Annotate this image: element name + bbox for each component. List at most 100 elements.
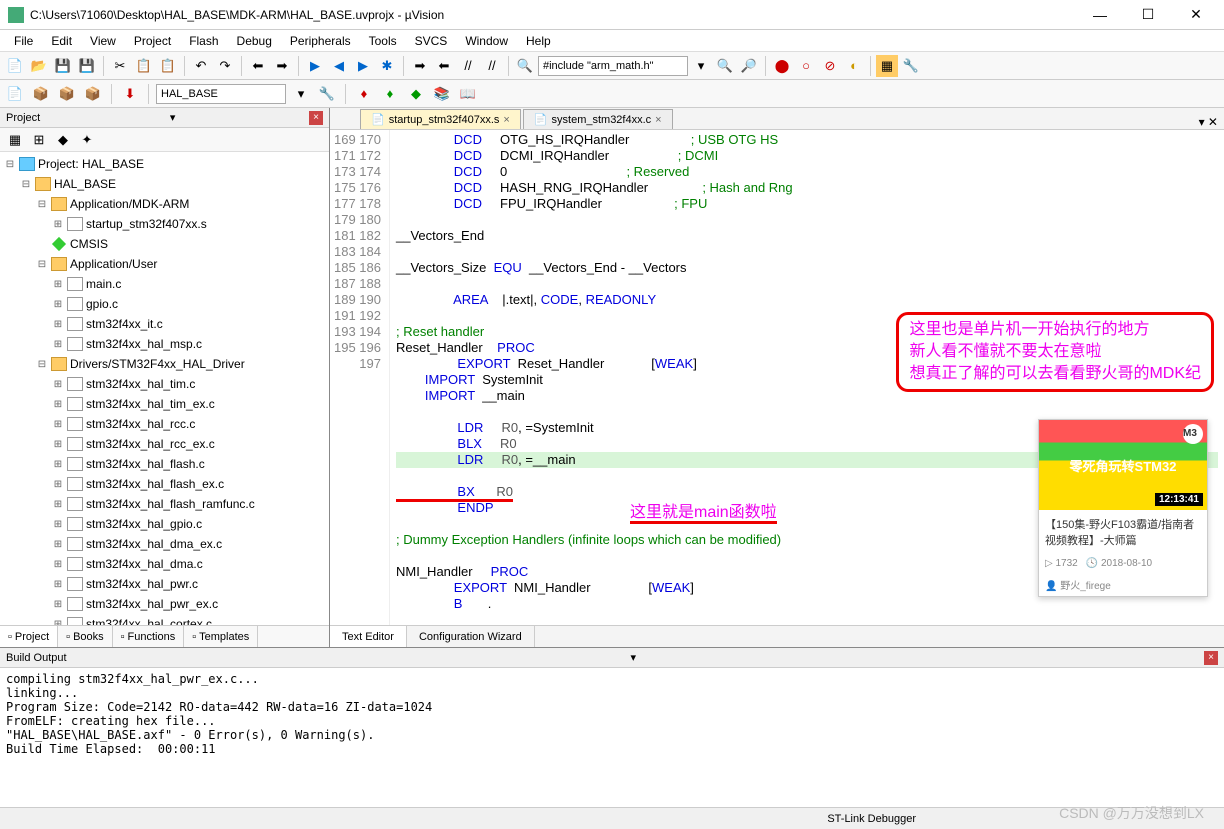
menu-project[interactable]: Project — [126, 32, 179, 50]
save-all-icon[interactable]: 💾 — [76, 55, 98, 77]
nav-back-icon[interactable]: ⬅ — [247, 55, 269, 77]
code-editor[interactable]: 169 170 171 172 173 174 175 176 177 178 … — [330, 130, 1224, 625]
menu-flash[interactable]: Flash — [181, 32, 226, 50]
bookmark-clear-icon[interactable]: ✱ — [376, 55, 398, 77]
tree-group[interactable]: ⊟Application/User — [0, 254, 329, 274]
tree-group[interactable]: ⊟Drivers/STM32F4xx_HAL_Driver — [0, 354, 329, 374]
tree-file[interactable]: ⊞stm32f4xx_hal_flash_ramfunc.c — [0, 494, 329, 514]
build-icon[interactable]: 📦 — [30, 83, 52, 105]
books-icon[interactable]: 📚 — [431, 83, 453, 105]
target-combo[interactable]: HAL_BASE — [156, 84, 286, 104]
bookmark-prev-icon[interactable]: ◀ — [328, 55, 350, 77]
menu-tools[interactable]: Tools — [361, 32, 405, 50]
menu-view[interactable]: View — [82, 32, 124, 50]
menu-file[interactable]: File — [6, 32, 41, 50]
tree-file[interactable]: ⊞stm32f4xx_hal_rcc_ex.c — [0, 434, 329, 454]
tree-group[interactable]: ⊟Application/MDK-ARM — [0, 194, 329, 214]
debug-icon[interactable]: ⬤ — [771, 55, 793, 77]
menu-edit[interactable]: Edit — [43, 32, 80, 50]
tree-file[interactable]: ⊞stm32f4xx_hal_cortex.c — [0, 614, 329, 625]
undo-icon[interactable]: ↶ — [190, 55, 212, 77]
uncomment-icon[interactable]: // — [481, 55, 503, 77]
tree-file[interactable]: ⊞startup_stm32f407xx.s — [0, 214, 329, 234]
minimize-button[interactable]: — — [1080, 3, 1120, 27]
menu-debug[interactable]: Debug — [229, 32, 280, 50]
project-tab-functions[interactable]: ▫Functions — [113, 626, 185, 647]
options-icon[interactable]: 🔧 — [316, 83, 338, 105]
pack-icon[interactable]: ♦ — [379, 83, 401, 105]
project-tb-icon[interactable]: ▦ — [4, 129, 26, 151]
close-button[interactable]: ✕ — [1176, 3, 1216, 27]
tree-target[interactable]: ⊟HAL_BASE — [0, 174, 329, 194]
menu-svcs[interactable]: SVCS — [407, 32, 456, 50]
tree-file[interactable]: ⊞stm32f4xx_hal_rcc.c — [0, 414, 329, 434]
tree-file[interactable]: ⊞stm32f4xx_hal_dma.c — [0, 554, 329, 574]
window-icon[interactable]: ▦ — [876, 55, 898, 77]
breakpoint-icon[interactable]: ○ — [795, 55, 817, 77]
paste-icon[interactable]: 📋 — [157, 55, 179, 77]
outdent-icon[interactable]: ⬅ — [433, 55, 455, 77]
comment-icon[interactable]: // — [457, 55, 479, 77]
project-tree[interactable]: ⊟Project: HAL_BASE⊟HAL_BASE⊟Application/… — [0, 152, 329, 625]
copy-icon[interactable]: 📋 — [133, 55, 155, 77]
editor-tab[interactable]: Configuration Wizard — [407, 626, 535, 647]
rte-icon[interactable]: ◆ — [405, 83, 427, 105]
project-tab-project[interactable]: ▫Project — [0, 626, 58, 647]
menu-peripherals[interactable]: Peripherals — [282, 32, 359, 50]
translate-icon[interactable]: 📄 — [4, 83, 26, 105]
tree-file[interactable]: ⊞stm32f4xx_it.c — [0, 314, 329, 334]
nav-fwd-icon[interactable]: ➡ — [271, 55, 293, 77]
file-tab[interactable]: 📄startup_stm32f407xx.s× — [360, 109, 521, 129]
target-dropdown-icon[interactable]: ▾ — [290, 83, 312, 105]
bookmark-next-icon[interactable]: ▶ — [352, 55, 374, 77]
bp-kill-icon[interactable]: ◐ — [843, 55, 865, 77]
panel-dropdown-icon[interactable]: ▾ — [170, 111, 176, 124]
maximize-button[interactable]: ☐ — [1128, 3, 1168, 27]
video-card[interactable]: 零死角玩转STM32 M3 12:13:41 【150集-野火F103霸道/指南… — [1038, 419, 1208, 597]
menu-window[interactable]: Window — [457, 32, 516, 50]
tree-file[interactable]: ⊞stm32f4xx_hal_dma_ex.c — [0, 534, 329, 554]
menu-help[interactable]: Help — [518, 32, 559, 50]
find2-icon[interactable]: 🔍 — [714, 55, 736, 77]
project-tb-icon2[interactable]: ⊞ — [28, 129, 50, 151]
open-icon[interactable]: 📂 — [28, 55, 50, 77]
tree-group[interactable]: CMSIS — [0, 234, 329, 254]
config-icon[interactable]: 🔧 — [900, 55, 922, 77]
cut-icon[interactable]: ✂ — [109, 55, 131, 77]
output-close-icon[interactable]: × — [1204, 651, 1218, 665]
indent-icon[interactable]: ➡ — [409, 55, 431, 77]
manage-books-icon[interactable]: 📖 — [457, 83, 479, 105]
redo-icon[interactable]: ↷ — [214, 55, 236, 77]
project-tb-icon4[interactable]: ✦ — [76, 129, 98, 151]
bp-disable-icon[interactable]: ⊘ — [819, 55, 841, 77]
file-tabs-menu-icon[interactable]: ▾ ✕ — [1199, 115, 1218, 129]
manage-icon[interactable]: ♦ — [353, 83, 375, 105]
new-icon[interactable]: 📄 — [4, 55, 26, 77]
tree-file[interactable]: ⊞stm32f4xx_hal_flash.c — [0, 454, 329, 474]
bookmark-icon[interactable]: ▶ — [304, 55, 326, 77]
editor-tab[interactable]: Text Editor — [330, 626, 407, 647]
download-icon[interactable]: ⬇ — [119, 83, 141, 105]
find-icon[interactable]: 🔍 — [514, 55, 536, 77]
tree-file[interactable]: ⊞stm32f4xx_hal_flash_ex.c — [0, 474, 329, 494]
rebuild-icon[interactable]: 📦 — [56, 83, 78, 105]
output-text[interactable]: compiling stm32f4xx_hal_pwr_ex.c... link… — [0, 668, 1224, 807]
tree-file[interactable]: ⊞stm32f4xx_hal_pwr.c — [0, 574, 329, 594]
include-combo[interactable]: #include "arm_math.h" — [538, 56, 688, 76]
panel-close-icon[interactable]: × — [309, 111, 323, 125]
project-tab-templates[interactable]: ▫Templates — [184, 626, 258, 647]
save-icon[interactable]: 💾 — [52, 55, 74, 77]
tree-file[interactable]: ⊞stm32f4xx_hal_pwr_ex.c — [0, 594, 329, 614]
file-tab[interactable]: 📄system_stm32f4xx.c× — [523, 109, 673, 129]
tree-project-root[interactable]: ⊟Project: HAL_BASE — [0, 154, 329, 174]
output-dropdown-icon[interactable]: ▾ — [631, 651, 637, 664]
batch-build-icon[interactable]: 📦 — [82, 83, 104, 105]
project-tb-icon3[interactable]: ◆ — [52, 129, 74, 151]
tree-file[interactable]: ⊞stm32f4xx_hal_msp.c — [0, 334, 329, 354]
find-in-files-icon[interactable]: 🔎 — [738, 55, 760, 77]
project-tab-books[interactable]: ▫Books — [58, 626, 112, 647]
tree-file[interactable]: ⊞stm32f4xx_hal_tim.c — [0, 374, 329, 394]
tree-file[interactable]: ⊞stm32f4xx_hal_tim_ex.c — [0, 394, 329, 414]
dropdown-icon[interactable]: ▾ — [690, 55, 712, 77]
tree-file[interactable]: ⊞gpio.c — [0, 294, 329, 314]
